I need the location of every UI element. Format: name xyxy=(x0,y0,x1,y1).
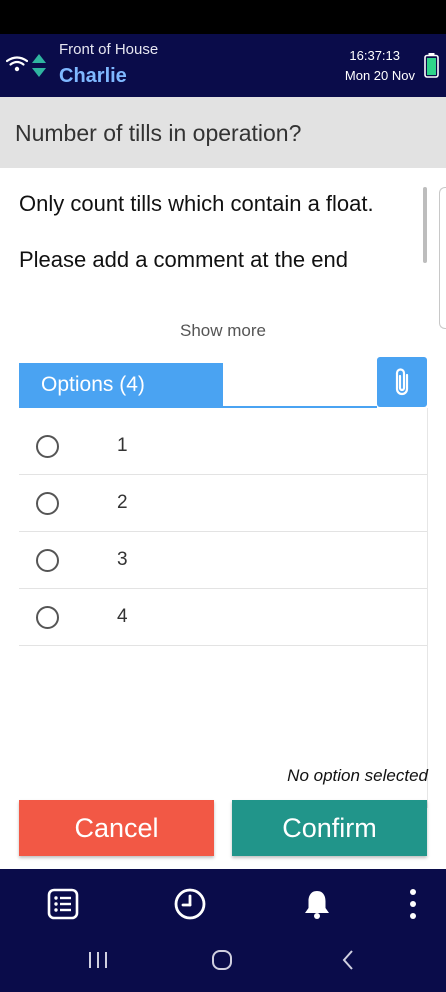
attach-button[interactable] xyxy=(377,357,427,407)
nav-history[interactable] xyxy=(170,884,210,924)
question-title: Number of tills in operation? xyxy=(15,120,302,146)
list-icon xyxy=(47,888,79,920)
home-icon xyxy=(212,950,232,970)
option-label: 4 xyxy=(117,606,128,627)
nav-tasks[interactable] xyxy=(43,884,83,924)
clock-date: Mon 20 Nov xyxy=(344,68,415,83)
system-navigation-bar xyxy=(0,931,446,992)
question-description: Only count tills which contain a float. … xyxy=(19,190,414,310)
option-row[interactable]: 3 xyxy=(19,532,427,589)
show-more-link[interactable]: Show more xyxy=(0,321,446,341)
option-row[interactable]: 1 xyxy=(19,418,427,475)
sync-icon xyxy=(32,54,46,77)
cancel-button[interactable]: Cancel xyxy=(19,800,214,856)
back-button[interactable] xyxy=(330,945,366,975)
battery-icon xyxy=(424,53,439,78)
paperclip-icon xyxy=(395,368,409,396)
edge-panel-handle[interactable] xyxy=(439,187,446,329)
bell-icon xyxy=(305,891,329,919)
clock-icon xyxy=(174,888,206,920)
description-line: Only count tills which contain a float. xyxy=(19,191,374,216)
tab-options[interactable]: Options (4) xyxy=(19,363,223,407)
question-header: Number of tills in operation? xyxy=(0,97,446,168)
wifi-icon xyxy=(6,56,28,72)
location-label: Front of House xyxy=(59,41,159,58)
confirm-button[interactable]: Confirm xyxy=(232,800,427,856)
more-vertical-icon xyxy=(410,889,416,919)
clock-time: 16:37:13 xyxy=(349,48,400,63)
option-label: 1 xyxy=(117,435,128,456)
radio-button[interactable] xyxy=(36,492,59,515)
selection-status: No option selected xyxy=(287,766,428,785)
radio-button[interactable] xyxy=(36,606,59,629)
description-scrollbar[interactable] xyxy=(423,187,427,263)
bottom-nav xyxy=(0,869,446,992)
back-icon xyxy=(342,950,353,970)
option-label: 3 xyxy=(117,549,128,570)
tab-underline xyxy=(19,406,377,408)
nav-more[interactable] xyxy=(393,884,433,924)
option-row[interactable]: 4 xyxy=(19,589,427,646)
option-label: 2 xyxy=(117,492,128,513)
radio-button[interactable] xyxy=(36,435,59,458)
app-header: Front of House Charlie 16:37:13 Mon 20 N… xyxy=(0,34,446,97)
description-line: Please add a comment at the end xyxy=(19,247,348,272)
system-status-bar xyxy=(0,0,446,34)
option-row[interactable]: 2 xyxy=(19,475,427,532)
recent-apps-icon xyxy=(89,952,107,968)
home-button[interactable] xyxy=(204,945,240,975)
user-name: Charlie xyxy=(59,65,127,87)
radio-button[interactable] xyxy=(36,549,59,572)
nav-notifications[interactable] xyxy=(297,884,337,924)
recent-apps-button[interactable] xyxy=(80,945,116,975)
divider xyxy=(427,408,428,808)
